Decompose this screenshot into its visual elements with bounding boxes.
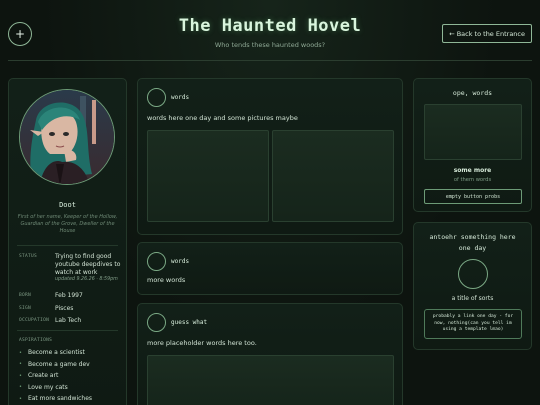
list-item: • Create art (19, 372, 59, 380)
field-label: STATUS (19, 254, 38, 259)
post-text: more words (147, 276, 186, 284)
post-avatar (147, 252, 166, 271)
field-value: Pisces (55, 305, 74, 312)
bullet-icon: • (19, 372, 22, 379)
box-image (424, 104, 522, 160)
bullet-icon: • (19, 395, 22, 402)
header-divider (8, 60, 532, 61)
profile-bio: First of her name, Keeper of the Hollow,… (17, 214, 118, 234)
box-subtitle: a title of sorts (451, 295, 494, 302)
empty-button[interactable]: empty button probs (424, 189, 522, 204)
sidebar-box: ope, words some more of them words empty… (413, 78, 532, 212)
post-card: guess what more placeholder words here t… (137, 303, 403, 405)
aspirations-heading: ASPIRATIONS (19, 338, 53, 343)
post-author: words (171, 94, 190, 101)
post-avatar (147, 313, 166, 332)
link-placeholder[interactable]: probably a link one day - for now, nothi… (424, 309, 522, 339)
post-header: words (147, 252, 189, 271)
box-title: antoehr something here one day (429, 233, 516, 252)
field-label: BORN (19, 293, 32, 298)
post-avatar (147, 88, 166, 107)
box-caption: of them words (453, 177, 492, 183)
field-value: Trying to find good youtube deepdives to… (55, 253, 121, 276)
field-sign: SIGN Pisces (19, 305, 122, 313)
field-label: SIGN (19, 306, 32, 311)
avatar-illustration (20, 90, 114, 184)
field-born: BORN Feb 1997 (19, 292, 122, 300)
field-status: STATUS Trying to find good youtube deepd… (19, 253, 122, 283)
post-card: words words here one day and some pictur… (137, 78, 403, 235)
list-item: • Become a game dev (19, 360, 90, 368)
post-text: words here one day and some pictures may… (147, 114, 298, 122)
arrow-left-icon: ← (449, 29, 455, 38)
sidebar-box: antoehr something here one day a title o… (413, 222, 532, 350)
box-heading: some more (453, 167, 492, 174)
list-item: • Eat more sandwiches (19, 395, 93, 403)
bullet-icon: • (19, 349, 22, 356)
box-title: ope, words (452, 89, 493, 97)
back-button-label: Back to the Entrance (456, 29, 525, 38)
list-item: • Love my cats (19, 383, 68, 391)
avatar (19, 89, 115, 185)
post-text: more placeholder words here too. (147, 339, 257, 347)
status-updated: updated 9.26.26 · 8:59pm (55, 277, 118, 282)
profile-panel: Doot First of her name, Keeper of the Ho… (8, 78, 127, 405)
field-label: OCCUPATION (19, 318, 50, 323)
field-occupation: OCCUPATION Lab Tech (19, 317, 122, 325)
aspirations-list: • Become a scientist • Become a game dev •… (19, 347, 92, 405)
back-to-entrance-button[interactable]: ← Back to the Entrance (442, 24, 532, 43)
profile-divider (17, 330, 118, 331)
field-value: Lab Tech (55, 317, 82, 324)
post-header: guess what (147, 313, 207, 332)
list-item: • Become a scientist (19, 349, 85, 357)
field-value: Feb 1997 (55, 292, 83, 299)
post-image (147, 355, 394, 405)
post-author: guess what (171, 319, 208, 326)
post-card: words more words (137, 242, 403, 295)
post-image (272, 130, 394, 222)
bullet-icon: • (19, 384, 22, 391)
post-header: words (147, 88, 189, 107)
profile-divider (17, 245, 118, 246)
post-image (147, 130, 269, 222)
placeholder-circle (458, 259, 488, 289)
post-author: words (171, 258, 190, 265)
bullet-icon: • (19, 361, 22, 368)
username: Doot (59, 201, 76, 209)
